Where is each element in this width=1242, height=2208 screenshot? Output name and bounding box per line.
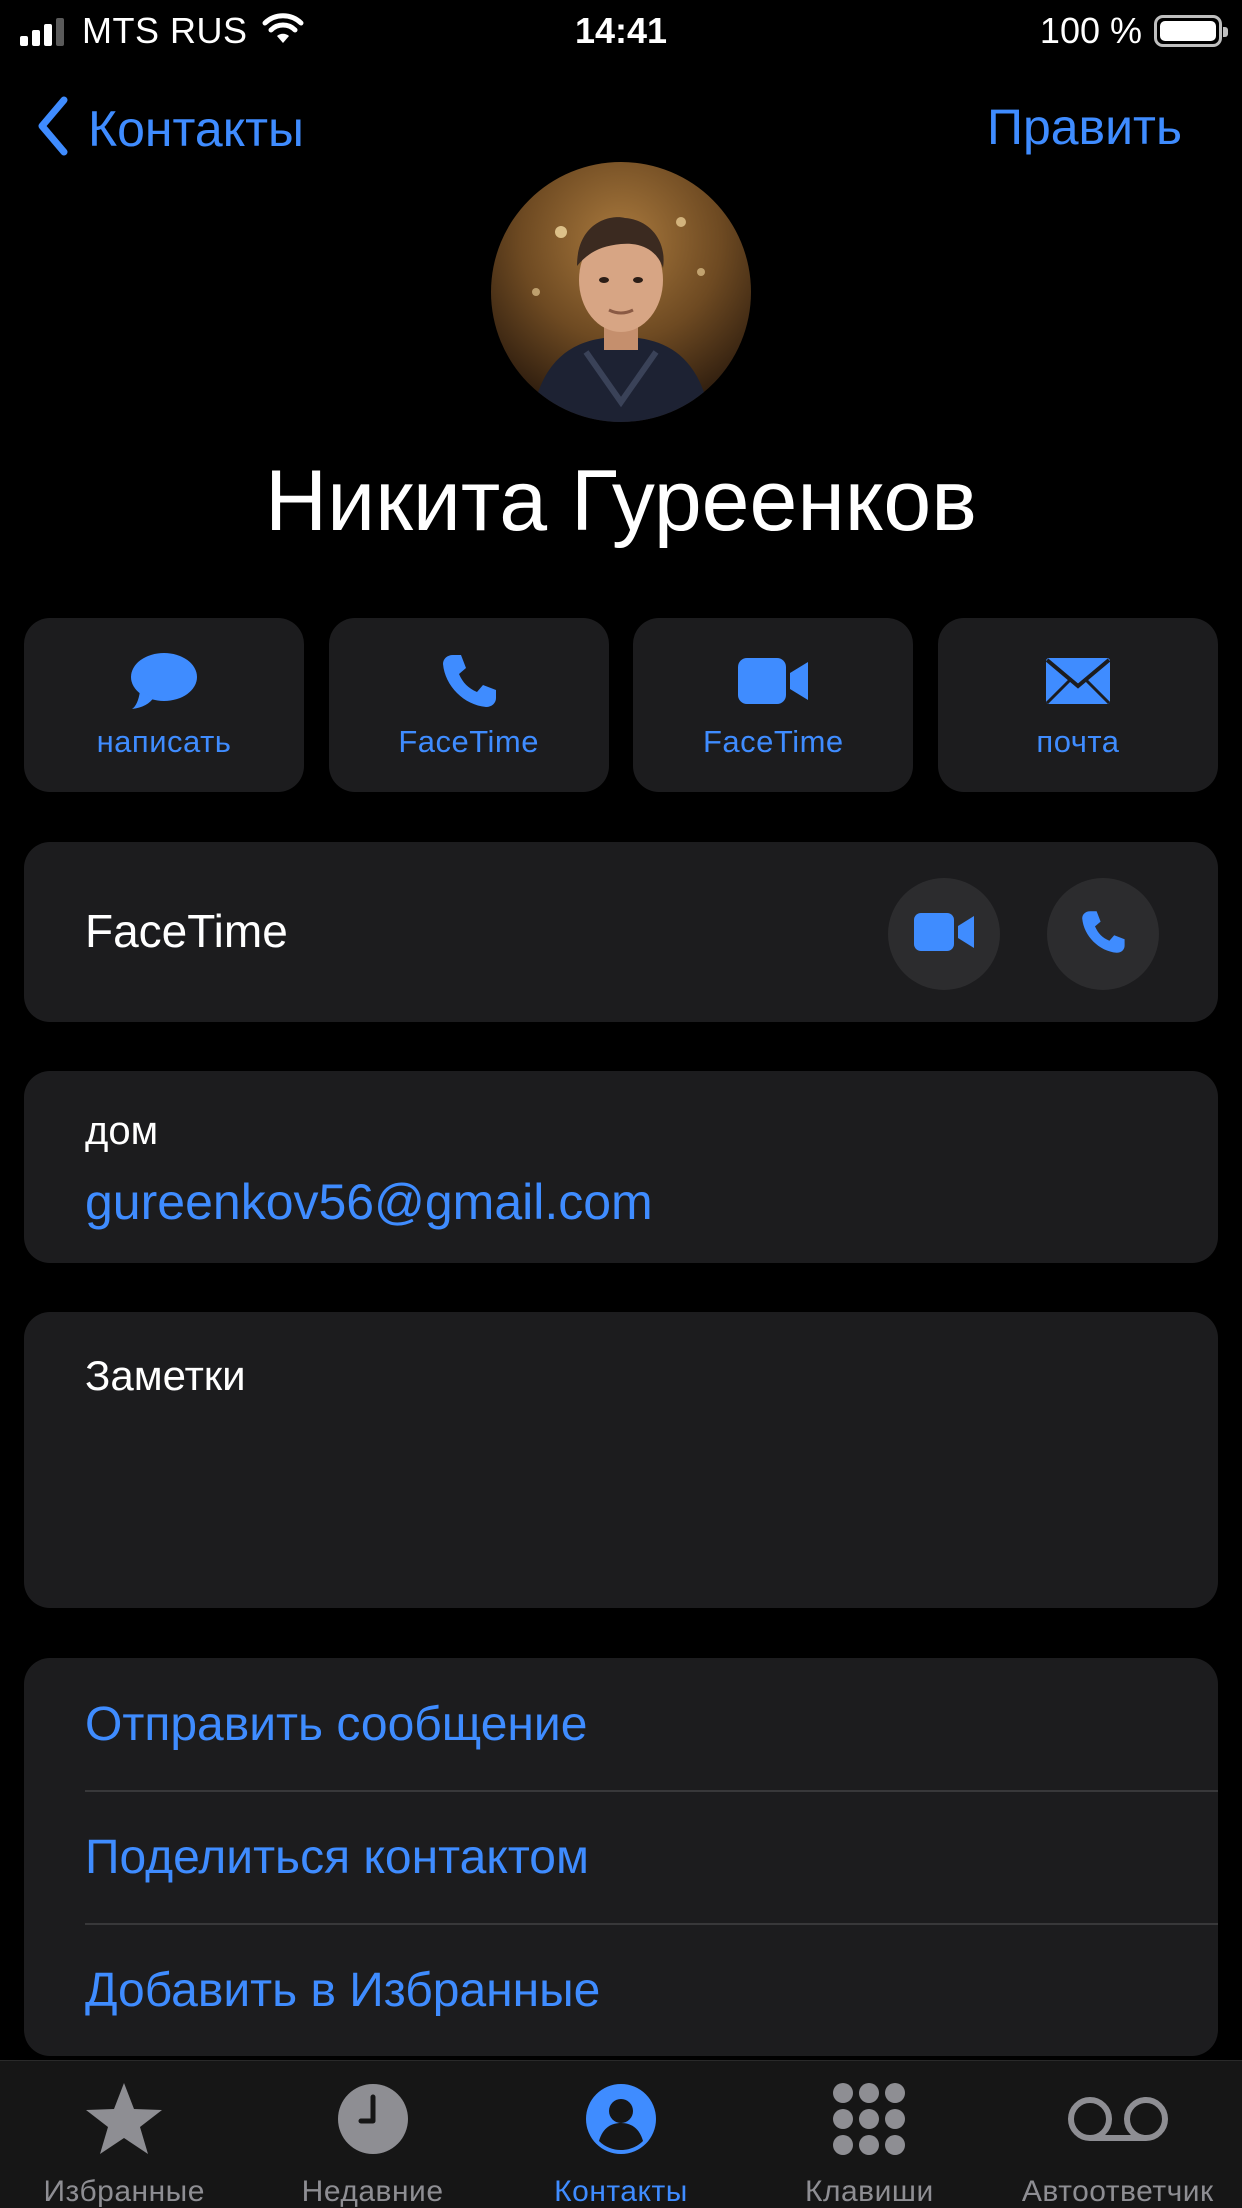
edit-button[interactable]: Править (987, 98, 1182, 156)
facetime-video-button[interactable] (888, 878, 1000, 990)
keypad-icon (745, 2079, 993, 2159)
clock-icon (248, 2079, 496, 2159)
battery-percent: 100 % (1039, 10, 1142, 51)
video-camera-icon (913, 912, 975, 957)
tab-recents[interactable]: Недавние (248, 2061, 496, 2208)
tab-label: Избранные (43, 2175, 205, 2208)
voicemail-icon (994, 2079, 1242, 2159)
action-label: написать (96, 724, 232, 759)
email-address-link[interactable]: gureenkov56@gmail.com (85, 1173, 653, 1231)
add-to-favorites-link[interactable]: Добавить в Избранные (85, 1924, 1218, 2056)
person-circle-icon (497, 2079, 745, 2159)
tab-voicemail[interactable]: Автоответчик (994, 2061, 1242, 2208)
facetime-video-action-button[interactable]: FaceTime (633, 618, 914, 792)
tab-bar: Избранные Недавние Контакты Клавиши Авто… (0, 2060, 1242, 2208)
action-label: FaceTime (702, 724, 844, 759)
facetime-label: FaceTime (85, 905, 288, 957)
contact-detail-screen: MTS RUS 14:41 100 % Контакты Править Ник… (0, 0, 1242, 2208)
quick-actions: написать FaceTime FaceTime почта (24, 618, 1218, 792)
tab-contacts[interactable]: Контакты (497, 2061, 745, 2208)
email-type-label: дом (85, 1109, 159, 1153)
battery-fill (1160, 21, 1216, 41)
phone-icon (439, 650, 499, 712)
tab-label: Недавние (301, 2175, 444, 2208)
tab-favorites[interactable]: Избранные (0, 2061, 248, 2208)
facetime-card: FaceTime (24, 842, 1218, 1022)
action-label: FaceTime (398, 724, 539, 759)
status-right: 100 % (1039, 10, 1228, 52)
share-contact-link[interactable]: Поделиться контактом (85, 1791, 1218, 1924)
back-button[interactable]: Контакты (36, 96, 304, 161)
action-label: почта (1036, 724, 1120, 759)
send-message-link[interactable]: Отправить сообщение (85, 1658, 1218, 1791)
contact-actions-list: Отправить сообщение Поделиться контактом… (24, 1658, 1218, 2056)
email-card: дом gureenkov56@gmail.com (24, 1071, 1218, 1263)
status-bar: MTS RUS 14:41 100 % (0, 0, 1242, 62)
mail-action-button[interactable]: почта (937, 618, 1218, 792)
notes-label: Заметки (85, 1352, 246, 1399)
envelope-icon (1044, 650, 1112, 712)
message-bubble-icon (130, 650, 198, 712)
tab-label: Автоответчик (1021, 2175, 1214, 2208)
star-icon (0, 2079, 248, 2159)
tab-label: Клавиши (805, 2175, 934, 2208)
battery-icon (1154, 15, 1228, 47)
notes-card[interactable]: Заметки (24, 1312, 1218, 1608)
contact-name: Никита Гуреенков (265, 453, 977, 549)
facetime-audio-action-button[interactable]: FaceTime (328, 618, 609, 792)
tab-keypad[interactable]: Клавиши (745, 2061, 993, 2208)
message-action-button[interactable]: написать (24, 618, 304, 792)
avatar (491, 162, 751, 422)
back-button-label: Контакты (88, 100, 304, 157)
facetime-audio-button[interactable] (1047, 878, 1159, 990)
video-camera-icon (736, 650, 810, 712)
phone-icon (1079, 908, 1127, 961)
tab-label: Контакты (554, 2175, 688, 2208)
chevron-left-icon (36, 96, 70, 161)
